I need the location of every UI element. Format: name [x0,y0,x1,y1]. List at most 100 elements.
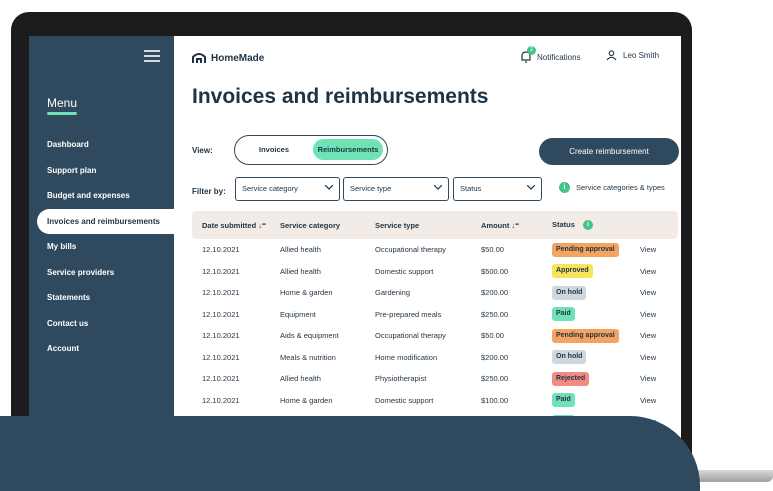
cell-status: Paid [552,393,640,408]
page-title: Invoices and reimbursements [192,85,489,108]
cell-service-category: Meals & nutrition [280,352,336,362]
cell-date: 12.10.2021 [202,352,240,362]
laptop-frame: Menu Dashboard Support plan Budget and exp… [11,12,692,482]
cell-amount: $250.00 [481,309,509,319]
view-link[interactable]: View [640,310,678,319]
menu-title: Menu [47,96,78,110]
sidebar-item-my-bills[interactable]: My bills [29,234,174,260]
cell-service-category: Allied health [280,266,321,276]
menu-underline [47,112,77,115]
view-link[interactable]: View [640,331,678,340]
toggle-reimbursements[interactable]: Reimbursements [313,139,383,160]
laptop-hinge [690,470,773,482]
info-icon[interactable]: i [582,220,593,230]
header-service-category: Service category [280,220,341,230]
view-link[interactable]: View [640,288,678,297]
notifications-button[interactable]: 2 Notifications [519,46,581,64]
cell-status: Rejected [552,371,640,386]
service-categories-info-text: Service categories & types [576,183,665,192]
home-logo-icon [192,53,206,63]
sidebar-item-account[interactable]: Account [29,336,174,362]
cell-amount: $500.00 [481,266,509,276]
cell-status: Pending approval [552,328,640,343]
header-date-submitted[interactable]: Date submitted ↓⁼ [192,221,280,230]
sidebar-item-invoices-and-reimbursements[interactable]: Invoices and reimbursements [37,208,174,234]
sidebar-item-dashboard[interactable]: Dashboard [29,132,174,158]
cell-service-type: Domestic support [375,395,434,405]
service-type-select-value: Service type [350,184,392,193]
main-content: HomeMade 2 Notifications Leo Smith Invoi… [174,36,681,461]
status-badge: Paid [552,393,575,408]
sidebar: Menu Dashboard Support plan Budget and exp… [29,36,174,461]
table-row: 12.10.2021 Home & garden Domestic support $… [192,390,678,412]
header-amount[interactable]: Amount ↓⁼ [481,221,552,230]
cell-date: 12.10.2021 [202,245,240,255]
cell-service-category: Allied health [280,374,321,384]
chevron-down-icon [527,185,535,190]
cell-amount: $50.00 [481,245,504,255]
cell-service-type: Occupational therapy [375,331,446,341]
cell-status: Paid [552,307,640,322]
service-category-select-value: Service category [242,184,298,193]
header-date-label: Date submitted [202,220,257,230]
service-categories-info[interactable]: i Service categories & types [559,182,665,193]
view-link[interactable]: View [640,396,678,405]
logo-text: HomeMade [211,52,265,64]
cell-date: 12.10.2021 [202,395,240,405]
table-row: 12.10.2021 Aids & equipment Occupational t… [192,325,678,347]
filter-label: Filter by: [192,187,226,196]
cell-date: 12.10.2021 [202,331,240,341]
cell-service-type: Home modification [375,352,438,362]
cell-amount: $250.00 [481,374,509,384]
status-badge: Rejected [552,371,590,386]
cell-service-type: Physiotherapist [375,374,427,384]
hamburger-menu-icon[interactable] [144,50,160,62]
info-icon: i [559,182,570,193]
chevron-down-icon [434,185,442,190]
cell-status: On hold [552,285,640,300]
bell-icon: 2 [519,46,536,64]
table-row: 12.10.2021 Allied health Domestic support $… [192,261,678,283]
sidebar-nav: Dashboard Support plan Budget and expenses… [29,132,174,362]
cell-amount: $50.00 [481,331,504,341]
view-link[interactable]: View [640,353,678,362]
cell-service-type: Domestic support [375,266,434,276]
cell-status: On hold [552,350,640,365]
status-badge: On hold [552,350,587,365]
sidebar-item-statements[interactable]: Statements [29,285,174,311]
service-category-select[interactable]: Service category [235,177,340,201]
cell-date: 12.10.2021 [202,266,240,276]
sidebar-item-service-providers[interactable]: Service providers [29,260,174,286]
status-select[interactable]: Status [453,177,542,201]
cell-service-category: Equipment [280,309,316,319]
cell-amount: $100.00 [481,395,509,405]
toggle-invoices[interactable]: Invoices [239,139,309,160]
view-label: View: [192,146,213,155]
logo[interactable]: HomeMade [192,52,264,64]
cell-status: Approved [552,264,640,279]
cell-date: 12.10.2021 [202,288,240,298]
sidebar-item-budget-and-expenses[interactable]: Budget and expenses [29,183,174,209]
header-amount-label: Amount [481,220,510,230]
header-service-type: Service type [375,220,420,230]
view-link[interactable]: View [640,374,678,383]
header-status-label: Status [552,219,575,229]
cell-service-category: Home & garden [280,288,333,298]
cell-amount: $200.00 [481,352,509,362]
cell-service-type: Gardening [375,288,411,298]
service-type-select[interactable]: Service type [343,177,449,201]
view-link[interactable]: View [640,267,678,276]
user-menu[interactable]: Leo Smith [606,50,659,61]
cell-service-category: Home & garden [280,395,333,405]
sidebar-item-support-plan[interactable]: Support plan [29,158,174,184]
create-reimbursement-button[interactable]: Create reimbursement [539,138,679,165]
cell-service-type: Pre-prepared meals [375,309,442,319]
sidebar-item-contact-us[interactable]: Contact us [29,311,174,337]
status-badge: Pending approval [552,242,619,257]
table-row: 12.10.2021 Allied health Occupational ther… [192,239,678,261]
view-toggle: Invoices Reimbursements [234,135,388,165]
header-status: Status i [552,220,640,230]
cell-date: 12.10.2021 [202,309,240,319]
cell-service-type: Occupational therapy [375,245,446,255]
view-link[interactable]: View [640,245,678,254]
